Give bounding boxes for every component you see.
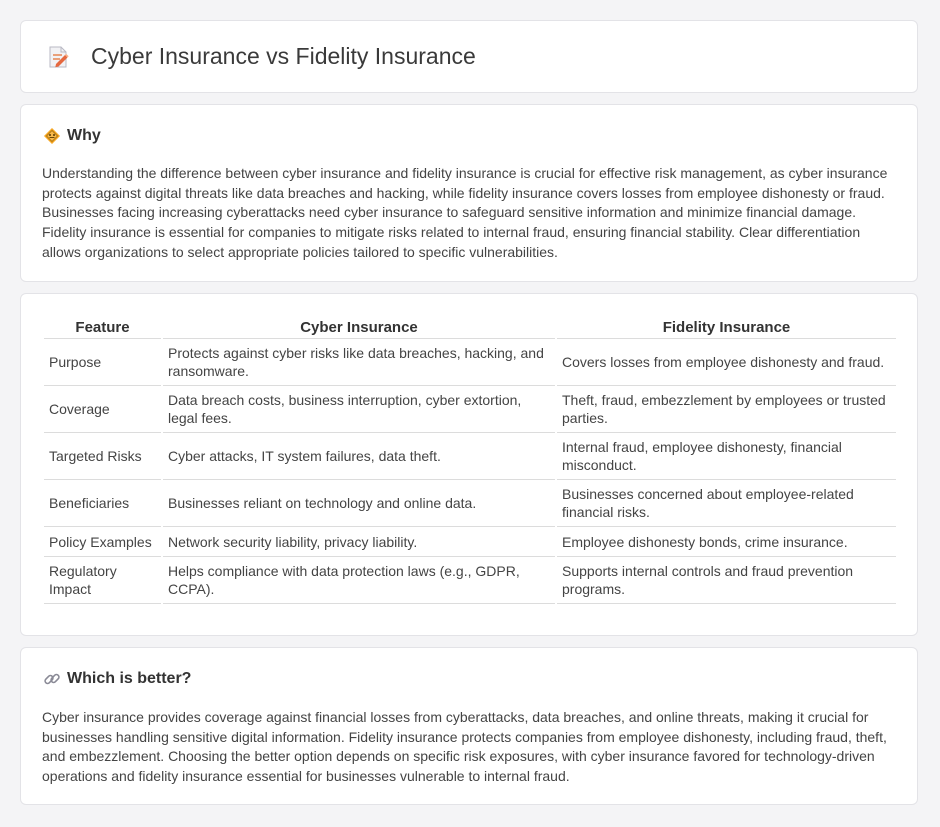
comparison-table: Feature Cyber Insurance Fidelity Insuran…: [42, 316, 898, 604]
table-row: Beneficiaries Businesses reliant on tech…: [44, 480, 896, 527]
row-feature: Coverage: [44, 386, 161, 433]
column-header-cyber: Cyber Insurance: [163, 316, 555, 339]
which-is-better-section: Which is better? Cyber insurance provide…: [20, 647, 918, 805]
table-row: Purpose Protects against cyber risks lik…: [44, 339, 896, 386]
row-cyber-value: Helps compliance with data protection la…: [163, 557, 555, 604]
row-fidelity-value: Theft, fraud, embezzlement by employees …: [557, 386, 896, 433]
better-header: Which is better?: [43, 670, 191, 688]
column-header-fidelity: Fidelity Insurance: [557, 316, 896, 339]
diamond-sign-icon: [43, 127, 61, 145]
row-feature: Regulatory Impact: [44, 557, 161, 604]
why-heading: Why: [67, 127, 101, 144]
comparison-section: Feature Cyber Insurance Fidelity Insuran…: [20, 293, 918, 636]
why-section: Why Understanding the difference between…: [20, 104, 918, 282]
document-pencil-icon: [45, 44, 71, 70]
row-feature: Targeted Risks: [44, 433, 161, 480]
row-cyber-value: Network security liability, privacy liab…: [163, 527, 555, 557]
row-feature: Purpose: [44, 339, 161, 386]
why-header: Why: [43, 127, 101, 145]
title-card: Cyber Insurance vs Fidelity Insurance: [20, 20, 918, 93]
row-fidelity-value: Employee dishonesty bonds, crime insuran…: [557, 527, 896, 557]
row-feature: Beneficiaries: [44, 480, 161, 527]
row-fidelity-value: Covers losses from employee dishonesty a…: [557, 339, 896, 386]
row-cyber-value: Businesses reliant on technology and onl…: [163, 480, 555, 527]
row-cyber-value: Cyber attacks, IT system failures, data …: [163, 433, 555, 480]
table-header-row: Feature Cyber Insurance Fidelity Insuran…: [44, 316, 896, 339]
column-header-feature: Feature: [44, 316, 161, 339]
why-text: Understanding the difference between cyb…: [42, 165, 888, 260]
row-fidelity-value: Internal fraud, employee dishonesty, fin…: [557, 433, 896, 480]
row-cyber-value: Protects against cyber risks like data b…: [163, 339, 555, 386]
table-row: Targeted Risks Cyber attacks, IT system …: [44, 433, 896, 480]
row-fidelity-value: Businesses concerned about employee-rela…: [557, 480, 896, 527]
page-title: Cyber Insurance vs Fidelity Insurance: [91, 43, 476, 69]
row-cyber-value: Data breach costs, business interruption…: [163, 386, 555, 433]
table-row: Policy Examples Network security liabili…: [44, 527, 896, 557]
better-text: Cyber insurance provides coverage agains…: [42, 709, 887, 785]
row-fidelity-value: Supports internal controls and fraud pre…: [557, 557, 896, 604]
table-row: Regulatory Impact Helps compliance with …: [44, 557, 896, 604]
better-heading: Which is better?: [67, 670, 192, 687]
row-feature: Policy Examples: [44, 527, 161, 557]
title-row: Cyber Insurance vs Fidelity Insurance: [45, 43, 476, 70]
link-icon: [43, 670, 61, 688]
table-row: Coverage Data breach costs, business int…: [44, 386, 896, 433]
